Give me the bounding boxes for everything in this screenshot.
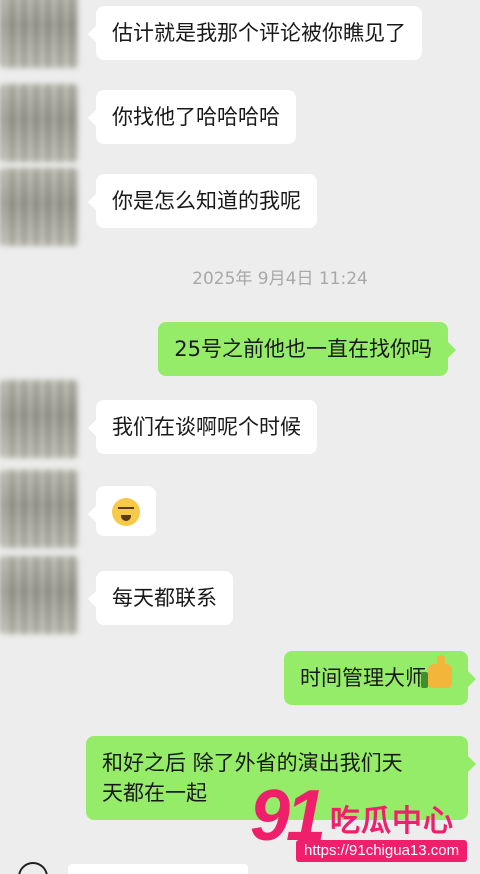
thumbs-up-emoji-icon bbox=[421, 655, 452, 688]
message-text-line-1: 和好之后 除了外省的演出我们天 bbox=[102, 751, 403, 775]
message-text: 你找他了哈哈哈哈 bbox=[112, 105, 280, 129]
message-timestamp: 2025年 9月4日 11:24 bbox=[192, 269, 368, 289]
site-watermark: 91 吃瓜中心 https://91chigua13.com bbox=[250, 780, 480, 870]
message-text: 每天都联系 bbox=[112, 586, 217, 610]
avatar[interactable] bbox=[0, 168, 78, 246]
message-text: 我们在谈啊呢个时候 bbox=[112, 415, 301, 439]
message-bubble-outgoing[interactable]: 25号之前他也一直在找你吗 bbox=[158, 322, 456, 376]
message-text: 估计就是我那个评论被你瞧见了 bbox=[112, 21, 406, 45]
avatar[interactable] bbox=[0, 84, 78, 162]
avatar[interactable] bbox=[0, 470, 78, 548]
message-bubble-outgoing[interactable]: 时间管理大师 bbox=[284, 651, 476, 705]
voice-icon[interactable] bbox=[18, 862, 48, 874]
message-text: 你是怎么知道的我呢 bbox=[112, 189, 301, 213]
message-bubble-incoming[interactable] bbox=[88, 486, 156, 536]
message-bubble-incoming[interactable]: 每天都联系 bbox=[88, 571, 233, 625]
message-bubble-incoming[interactable]: 我们在谈啊呢个时候 bbox=[88, 400, 317, 454]
watermark-url: https://91chigua13.com bbox=[296, 840, 468, 862]
avatar[interactable] bbox=[0, 556, 78, 634]
watermark-title: 吃瓜中心 bbox=[330, 804, 454, 839]
avatar[interactable] bbox=[0, 0, 78, 68]
message-text: 25号之前他也一直在找你吗 bbox=[174, 337, 432, 361]
message-text: 时间管理大师 bbox=[300, 666, 426, 690]
message-bubble-incoming[interactable]: 你找他了哈哈哈哈 bbox=[88, 90, 296, 144]
message-input[interactable] bbox=[68, 864, 248, 874]
grin-emoji-icon bbox=[112, 498, 140, 526]
avatar[interactable] bbox=[0, 380, 78, 458]
message-bubble-incoming[interactable]: 你是怎么知道的我呢 bbox=[88, 174, 317, 228]
message-bubble-incoming[interactable]: 估计就是我那个评论被你瞧见了 bbox=[88, 6, 422, 60]
